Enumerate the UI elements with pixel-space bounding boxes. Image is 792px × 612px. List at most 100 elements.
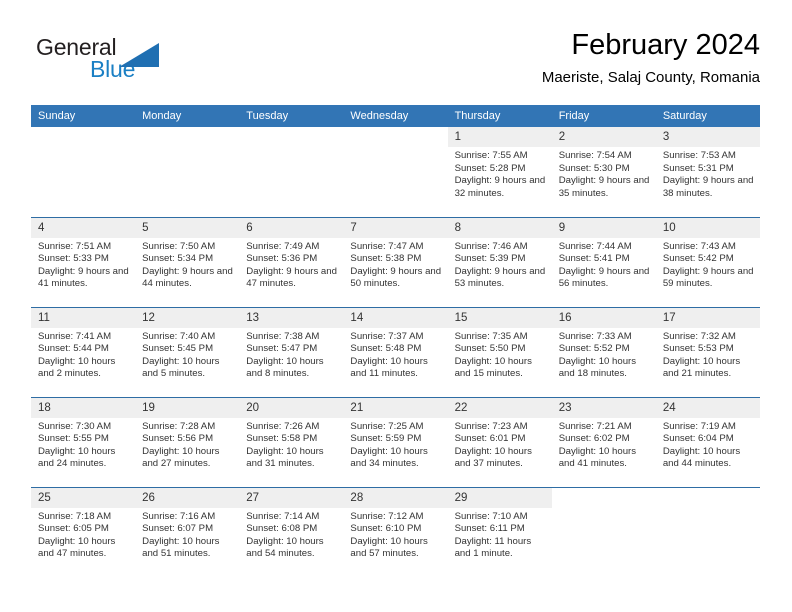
daylight-text: Daylight: 10 hours and 27 minutes. [142,445,220,470]
calendar-day-cell[interactable]: 3 Sunrise: 7:53 AM Sunset: 5:31 PM Daylight… [655,127,760,217]
calendar-day-cell[interactable]: 23 Sunrise: 7:21 AM Sunset: 6:02 PM Dayligh… [551,396,656,487]
calendar-day-cell[interactable]: 22 Sunrise: 7:23 AM Sunset: 6:01 PM Dayligh… [447,396,552,487]
sunset-text: Sunset: 5:44 PM [38,343,109,355]
sunset-text: Sunset: 5:31 PM [662,162,734,174]
page-title: February 2024 [571,29,760,61]
day-detail: Sunrise: 7:49 AM Sunset: 5:36 PM Daylight:… [239,238,343,291]
day-number: 16 [551,307,656,328]
day-number: 5 [135,217,240,238]
calendar-day-cell[interactable]: 6 Sunrise: 7:49 AM Sunset: 5:36 PM Daylight… [239,216,344,307]
sunrise-text: Sunrise: 7:40 AM [142,330,216,342]
calendar-header-row: Sunday Monday Tuesday Wednesday Thursday… [31,105,760,127]
daylight-text: Daylight: 9 hours and 53 minutes. [454,265,546,290]
calendar-day-cell[interactable]: 20 Sunrise: 7:26 AM Sunset: 5:58 PM Dayligh… [239,396,344,487]
sunset-text: Sunset: 5:56 PM [142,433,214,445]
sunrise-text: Sunrise: 7:28 AM [142,420,216,432]
calendar-day-cell[interactable]: 29 Sunrise: 7:10 AM Sunset: 6:11 PM Dayligh… [447,486,552,577]
sunrise-text: Sunrise: 7:25 AM [350,420,424,432]
sunset-text: Sunset: 6:11 PM [454,523,525,535]
sunset-text: Sunset: 5:41 PM [558,253,630,265]
calendar-cell-empty [655,486,760,577]
sunrise-text: Sunrise: 7:32 AM [662,330,736,342]
sunrise-text: Sunrise: 7:19 AM [662,420,736,432]
sunset-text: Sunset: 5:38 PM [350,253,422,265]
calendar-day-cell[interactable]: 19 Sunrise: 7:28 AM Sunset: 5:56 PM Dayligh… [135,396,240,487]
sunrise-text: Sunrise: 7:30 AM [38,420,112,432]
calendar-day-cell[interactable]: 14 Sunrise: 7:37 AM Sunset: 5:48 PM Dayligh… [343,306,448,397]
calendar-day-cell[interactable]: 26 Sunrise: 7:16 AM Sunset: 6:07 PM Dayligh… [135,486,240,577]
calendar-day-cell[interactable]: 28 Sunrise: 7:12 AM Sunset: 6:10 PM Dayligh… [343,486,448,577]
day-detail: Sunrise: 7:33 AM Sunset: 5:52 PM Daylight:… [552,328,656,381]
day-detail: Sunrise: 7:51 AM Sunset: 5:33 PM Daylight:… [31,238,135,291]
day-detail: Sunrise: 7:10 AM Sunset: 6:11 PM Daylight:… [448,508,552,561]
day-number: 7 [343,217,448,238]
sunset-text: Sunset: 6:05 PM [38,523,109,535]
calendar-day-cell[interactable]: 24 Sunrise: 7:19 AM Sunset: 6:04 PM Dayligh… [655,396,760,487]
day-number: 1 [447,127,552,147]
calendar-cell-empty [31,127,136,217]
calendar-day-cell[interactable]: 9 Sunrise: 7:44 AM Sunset: 5:41 PM Daylight… [551,216,656,307]
calendar-day-cell[interactable]: 5 Sunrise: 7:50 AM Sunset: 5:34 PM Daylight… [135,216,240,307]
sunset-text: Sunset: 5:48 PM [350,343,422,355]
calendar-day-cell[interactable]: 21 Sunrise: 7:25 AM Sunset: 5:59 PM Dayligh… [343,396,448,487]
daylight-text: Daylight: 9 hours and 56 minutes. [558,265,650,290]
sunset-text: Sunset: 6:07 PM [142,523,214,535]
calendar-cell-empty [135,127,240,217]
calendar-day-cell[interactable]: 25 Sunrise: 7:18 AM Sunset: 6:05 PM Dayligh… [31,486,136,577]
sunrise-text: Sunrise: 7:55 AM [454,150,528,161]
calendar-day-cell[interactable]: 27 Sunrise: 7:14 AM Sunset: 6:08 PM Dayligh… [239,486,344,577]
day-number: 29 [447,487,552,508]
daylight-text: Daylight: 9 hours and 59 minutes. [662,265,754,290]
calendar-day-cell[interactable]: 7 Sunrise: 7:47 AM Sunset: 5:38 PM Daylight… [343,216,448,307]
day-number: 11 [31,307,136,328]
calendar-day-cell[interactable]: 4 Sunrise: 7:51 AM Sunset: 5:33 PM Daylight… [31,216,136,307]
day-number: 10 [655,217,760,238]
calendar-day-cell[interactable]: 18 Sunrise: 7:30 AM Sunset: 5:55 PM Dayligh… [31,396,136,487]
day-detail: Sunrise: 7:50 AM Sunset: 5:34 PM Daylight:… [135,238,239,291]
sunrise-text: Sunrise: 7:51 AM [38,240,112,252]
day-number: 6 [239,217,344,238]
sunrise-text: Sunrise: 7:41 AM [38,330,112,342]
day-detail: Sunrise: 7:21 AM Sunset: 6:02 PM Daylight:… [552,418,656,471]
day-detail: Sunrise: 7:18 AM Sunset: 6:05 PM Daylight:… [31,508,135,561]
sunrise-text: Sunrise: 7:33 AM [558,330,632,342]
sunset-text: Sunset: 5:47 PM [246,343,318,355]
day-number: 18 [31,397,136,418]
day-number: 17 [655,307,760,328]
day-detail: Sunrise: 7:30 AM Sunset: 5:55 PM Daylight:… [31,418,135,471]
day-number [239,127,343,147]
page-subtitle: Maeriste, Salaj County, Romania [541,69,760,86]
sunset-text: Sunset: 5:55 PM [38,433,109,445]
sunrise-text: Sunrise: 7:53 AM [662,150,736,161]
calendar-day-cell[interactable]: 10 Sunrise: 7:43 AM Sunset: 5:42 PM Dayligh… [655,216,760,307]
page-header: General Blue February 2024 Maeriste, Sal… [31,28,760,98]
calendar-day-cell[interactable]: 13 Sunrise: 7:38 AM Sunset: 5:47 PM Dayligh… [239,306,344,397]
sunrise-text: Sunrise: 7:37 AM [350,330,424,342]
calendar-day-cell[interactable]: 11 Sunrise: 7:41 AM Sunset: 5:44 PM Dayligh… [31,306,136,397]
day-detail: Sunrise: 7:35 AM Sunset: 5:50 PM Daylight:… [448,328,552,381]
day-number [552,488,656,508]
calendar-day-cell[interactable]: 8 Sunrise: 7:46 AM Sunset: 5:39 PM Daylight… [447,216,552,307]
day-detail: Sunrise: 7:44 AM Sunset: 5:41 PM Daylight:… [552,238,656,291]
day-detail: Sunrise: 7:26 AM Sunset: 5:58 PM Daylight:… [239,418,343,471]
sunset-text: Sunset: 5:52 PM [558,343,630,355]
sunrise-text: Sunrise: 7:47 AM [350,240,424,252]
sunrise-text: Sunrise: 7:26 AM [246,420,320,432]
day-number: 25 [31,487,136,508]
calendar-day-cell[interactable]: 1 Sunrise: 7:55 AM Sunset: 5:28 PM Daylight… [447,127,552,217]
calendar-day-cell[interactable]: 16 Sunrise: 7:33 AM Sunset: 5:52 PM Dayligh… [551,306,656,397]
day-detail: Sunrise: 7:16 AM Sunset: 6:07 PM Daylight:… [135,508,239,561]
calendar-day-cell[interactable]: 15 Sunrise: 7:35 AM Sunset: 5:50 PM Dayligh… [447,306,552,397]
day-number: 3 [655,127,760,147]
day-number: 23 [551,397,656,418]
day-number: 21 [343,397,448,418]
calendar-day-cell[interactable]: 12 Sunrise: 7:40 AM Sunset: 5:45 PM Dayligh… [135,306,240,397]
day-number [135,127,239,147]
daylight-text: Daylight: 10 hours and 24 minutes. [38,445,116,470]
sunset-text: Sunset: 5:59 PM [350,433,422,445]
daylight-text: Daylight: 10 hours and 21 minutes. [662,355,741,380]
day-number: 22 [447,397,552,418]
calendar-day-cell[interactable]: 17 Sunrise: 7:32 AM Sunset: 5:53 PM Dayligh… [655,306,760,397]
calendar-day-cell[interactable]: 2 Sunrise: 7:54 AM Sunset: 5:30 PM Daylight… [551,127,656,217]
sunset-text: Sunset: 6:04 PM [662,433,734,445]
